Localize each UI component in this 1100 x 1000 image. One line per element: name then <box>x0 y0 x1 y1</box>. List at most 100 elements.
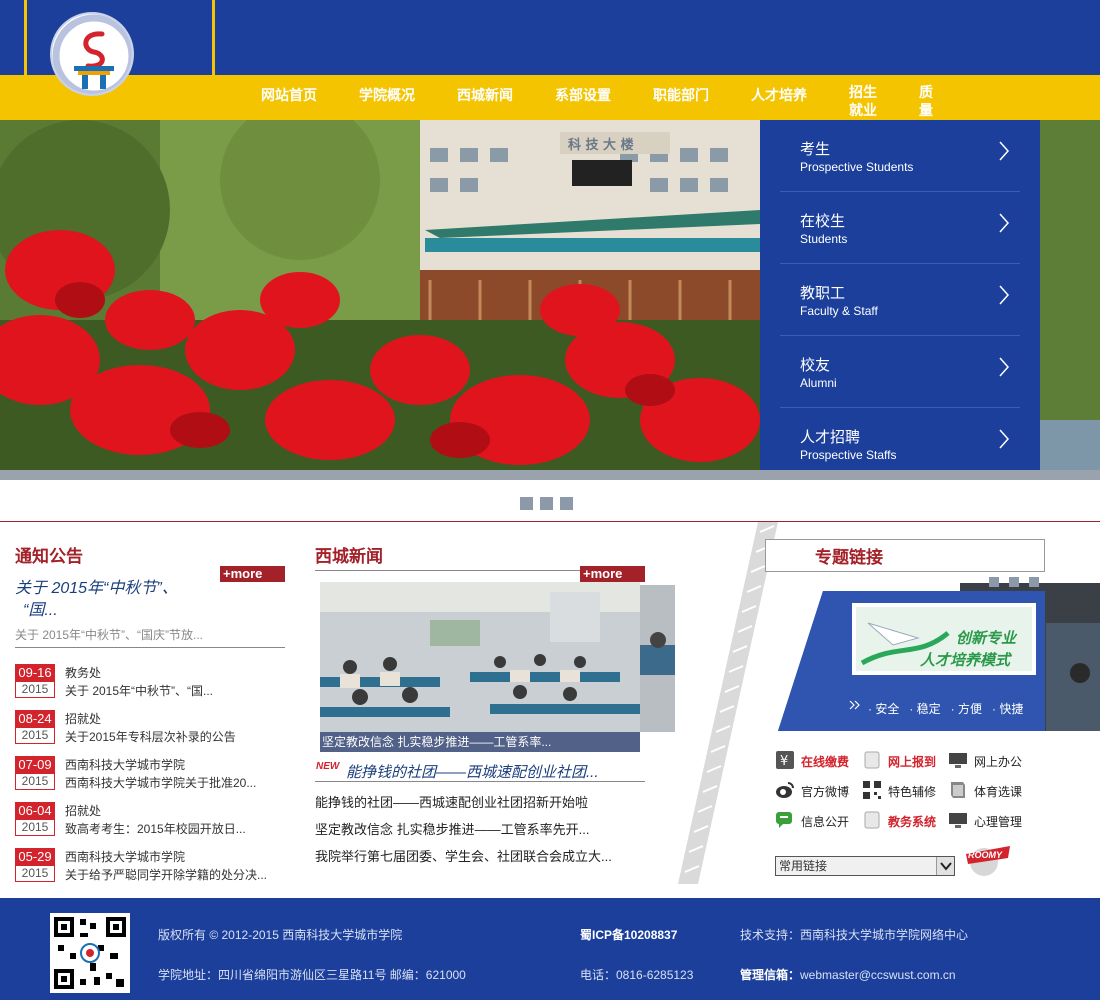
link-label: 体育选课 <box>974 785 1023 799</box>
link-label: 网上办公 <box>974 755 1023 769</box>
news-item[interactable]: 坚定教改信念 扎实稳步推进——工管系率先开... <box>315 819 589 838</box>
footer-tech-support: 技术支持：西南科技大学城市学院网络中心 <box>740 928 969 942</box>
nav-talent[interactable]: 人才培养 <box>751 85 807 105</box>
document-icon <box>864 811 880 829</box>
menu-label-cn: 在校生 <box>800 213 846 230</box>
book-icon <box>951 782 965 798</box>
notice-text: 西南科技大学城市学院关于批准20... <box>65 776 257 790</box>
date-year: 2015 <box>15 819 55 836</box>
date-monthday: 05-29 <box>15 848 55 865</box>
notice-item[interactable]: 07-09 2015 西南科技大学城市学院 西南科技大学城市学院关于批准20... <box>15 756 285 796</box>
menu-prospective-students[interactable]: 考生 Prospective Students <box>780 120 1020 192</box>
date-monthday: 09-16 <box>15 664 55 681</box>
link-label: 网上报到 <box>888 755 937 769</box>
nav-home[interactable]: 网站首页 <box>261 85 317 105</box>
audience-menu: 考生 Prospective Students 在校生 Students 教职工… <box>760 120 1040 470</box>
news-item[interactable]: 我院举行第七届团委、学生会、社团联合会成立大... <box>315 846 612 865</box>
svg-text:¥: ¥ <box>780 754 788 769</box>
photo-caption: 坚定教改信念 扎实稳步推进——工管系率... <box>320 732 640 752</box>
notice-item[interactable]: 06-04 2015 招就处 致高考考生：2015年校园开放日... <box>15 802 285 842</box>
footer-mailbox: 管理信箱：webmaster@ccswust.com.cn <box>740 966 956 983</box>
monitor-icon <box>949 813 967 828</box>
date-monthday: 08-24 <box>15 710 55 727</box>
notice-text: 关于 2015年“中秋节”、“国... <box>65 684 214 698</box>
nav-departments[interactable]: 系部设置 <box>555 85 611 105</box>
news-item[interactable]: 能挣钱的社团——西城速配创业社团招新开始啦 <box>315 792 588 811</box>
notice-source: 教务处 <box>65 666 102 680</box>
date-badge: 07-09 2015 <box>15 756 55 790</box>
featured-divider <box>15 647 285 648</box>
building-sign: 科 技 大 楼 <box>568 137 634 153</box>
banner-pager <box>520 497 580 515</box>
featured-notice-summary: 关于 2015年“中秋节”、“国庆”节放... <box>15 628 204 642</box>
nav-about[interactable]: 学院概况 <box>359 85 415 105</box>
menu-students[interactable]: 在校生 Students <box>780 192 1020 264</box>
topic-dot-3[interactable] <box>1029 577 1039 587</box>
mail-link[interactable]: webmaster@ccswust.com.cn <box>800 968 956 982</box>
menu-label-cn: 校友 <box>800 357 831 374</box>
footer-address: 学院地址：四川省绵阳市游仙区三星路11号 邮编：621000 <box>158 968 466 982</box>
notice-text: 关于2015年专科层次补录的公告 <box>65 730 236 744</box>
menu-label-en: Students <box>800 232 848 246</box>
menu-recruitment[interactable]: 人才招聘 Prospective Staffs <box>780 408 1020 480</box>
roomy-logo-text: ROOMY <box>968 850 1003 860</box>
date-badge: 08-24 2015 <box>15 710 55 744</box>
notices-title: 通知公告 <box>15 547 83 566</box>
common-links-select[interactable]: 常用链接 <box>775 856 955 876</box>
date-badge: 05-29 2015 <box>15 848 55 882</box>
chevron-right-icon <box>999 429 1010 449</box>
news-more-button[interactable]: +more <box>580 566 645 582</box>
date-badge: 09-16 2015 <box>15 664 55 698</box>
notice-item[interactable]: 05-29 2015 西南科技大学城市学院 关于给予严聪同学开除学籍的处分决... <box>15 848 285 888</box>
date-monthday: 07-09 <box>15 756 55 773</box>
main-nav: 网站首页 学院概况 西城新闻 系部设置 职能部门 人才培养 招生就业 质量工程 <box>0 75 1100 154</box>
date-year: 2015 <box>15 681 55 698</box>
link-label: 特色辅修 <box>888 785 937 799</box>
news-headline[interactable]: 能挣钱的社团——西城速配创业社团... <box>346 761 599 782</box>
news-photo[interactable]: 坚定教改信念 扎实稳步推进——工管系率... <box>320 582 640 752</box>
date-year: 2015 <box>15 727 55 744</box>
roomy-logo[interactable]: ROOMY <box>962 838 1012 878</box>
chevron-right-icon <box>999 285 1010 305</box>
qrcode-icon <box>863 781 881 799</box>
featured-title-line-2: “国... <box>23 602 58 619</box>
chevron-right-icon <box>999 357 1010 377</box>
topic-slide[interactable]: 创新专业 人才培养模式 · 安全 · 稳定 · 方便 · 快捷 <box>778 583 1100 731</box>
topic-dot-1[interactable] <box>989 577 999 587</box>
qrcode-image <box>50 913 130 993</box>
notice-source: 西南科技大学城市学院 <box>65 850 186 864</box>
link-label: 在线缴费 <box>801 755 850 769</box>
topic-dot-2[interactable] <box>1009 577 1019 587</box>
link-label: 信息公开 <box>801 815 850 829</box>
notice-item[interactable]: 08-24 2015 招就处 关于2015年专科层次补录的公告 <box>15 710 285 750</box>
nav-functional[interactable]: 职能部门 <box>653 85 709 105</box>
link-label: 教务系统 <box>888 815 937 829</box>
date-badge: 06-04 2015 <box>15 802 55 836</box>
news-photo-next[interactable] <box>640 585 675 732</box>
menu-alumni[interactable]: 校友 Alumni <box>780 336 1020 408</box>
link-label: 官方微博 <box>801 785 850 799</box>
banner-dot-2[interactable] <box>540 497 553 510</box>
select-value: 常用链接 <box>779 859 828 873</box>
menu-label-cn: 教职工 <box>800 285 846 302</box>
notice-item[interactable]: 09-16 2015 教务处 关于 2015年“中秋节”、“国... <box>15 664 285 704</box>
notice-source: 招就处 <box>65 804 102 818</box>
chevron-right-icon <box>999 141 1010 161</box>
nav-admission[interactable]: 招生就业 <box>849 83 879 119</box>
banner-dot-3[interactable] <box>560 497 573 510</box>
chevron-down-icon <box>936 857 954 875</box>
footer-icp[interactable]: 蜀ICP备10208837 <box>580 926 677 943</box>
notices-more-button[interactable]: +more <box>220 566 285 582</box>
banner-dot-1[interactable] <box>520 497 533 510</box>
nav-news[interactable]: 西城新闻 <box>457 85 513 105</box>
notice-text: 致高考考生：2015年校园开放日... <box>65 822 246 836</box>
slide-heading-2: 人才培养模式 <box>920 652 1011 669</box>
link-label: 心理管理 <box>974 815 1023 829</box>
school-logo[interactable] <box>50 12 134 96</box>
menu-faculty-staff[interactable]: 教职工 Faculty & Staff <box>780 264 1020 336</box>
menu-label-cn: 人才招聘 <box>800 429 861 446</box>
news-title: 西城新闻 <box>315 547 383 566</box>
date-monthday: 06-04 <box>15 802 55 819</box>
topics-header <box>765 539 1045 572</box>
featured-notice-title[interactable]: 关于 2015年“中秋节”、 “国... <box>15 578 225 622</box>
